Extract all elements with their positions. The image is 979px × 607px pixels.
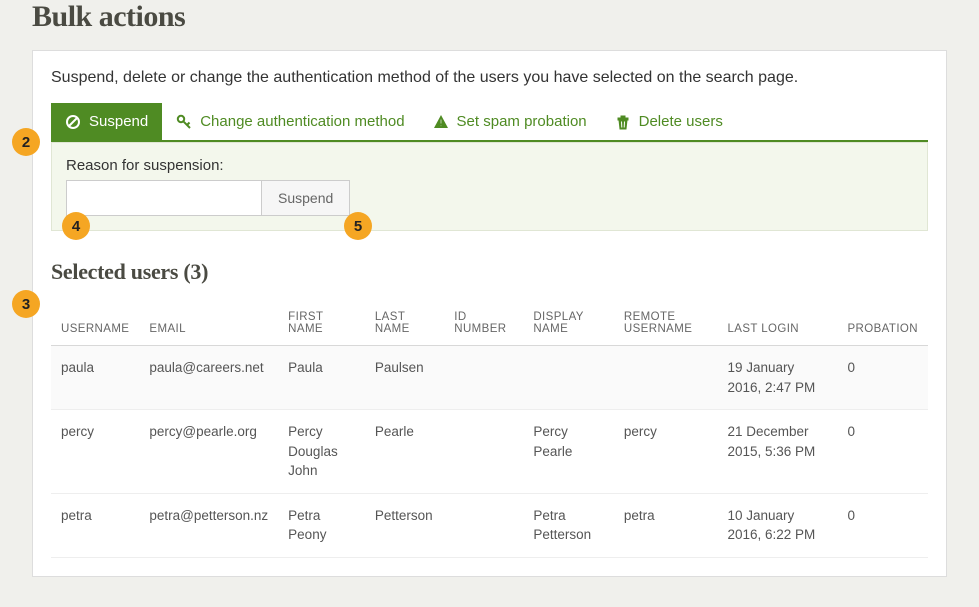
- table-row: paula paula@careers.net Paula Paulsen 19…: [51, 346, 928, 410]
- selected-users-heading: Selected users (3): [51, 259, 928, 285]
- callout-2: 2: [12, 128, 40, 156]
- page-title: Bulk actions: [32, 0, 947, 34]
- th-username: USERNAME: [51, 301, 139, 346]
- table-row: petra petra@petterson.nz Petra Peony Pet…: [51, 493, 928, 557]
- tab-label: Change authentication method: [200, 113, 404, 130]
- th-first-name: FIRST NAME: [278, 301, 365, 346]
- tab-label: Delete users: [639, 113, 723, 130]
- cell-username: petra: [51, 493, 139, 557]
- cell-remote-username: petra: [614, 493, 718, 557]
- tab-suspend[interactable]: Suspend: [51, 103, 162, 140]
- cell-probation: 0: [837, 346, 928, 410]
- cell-first-name: Paula: [278, 346, 365, 410]
- reason-label: Reason for suspension:: [66, 157, 913, 174]
- cell-email: paula@careers.net: [139, 346, 278, 410]
- th-remote-username: REMOTE USERNAME: [614, 301, 718, 346]
- th-last-login: LAST LOGIN: [717, 301, 837, 346]
- table-row: percy percy@pearle.org Percy Douglas Joh…: [51, 410, 928, 494]
- cell-first-name: Petra Peony: [278, 493, 365, 557]
- cell-email: percy@pearle.org: [139, 410, 278, 494]
- main-panel: Suspend, delete or change the authentica…: [32, 50, 947, 577]
- cell-probation: 0: [837, 410, 928, 494]
- cell-display-name: Petra Petterson: [523, 493, 614, 557]
- th-display-name: DISPLAY NAME: [523, 301, 614, 346]
- cell-username: percy: [51, 410, 139, 494]
- callout-3: 3: [12, 290, 40, 318]
- reason-input[interactable]: [66, 180, 262, 216]
- cell-first-name: Percy Douglas John: [278, 410, 365, 494]
- cell-display-name: Percy Pearle: [523, 410, 614, 494]
- cell-remote-username: percy: [614, 410, 718, 494]
- cell-id-number: [444, 493, 523, 557]
- th-id-number: ID NUMBER: [444, 301, 523, 346]
- tab-change-auth[interactable]: Change authentication method: [162, 103, 418, 140]
- key-icon: [176, 114, 192, 130]
- ban-icon: [65, 114, 81, 130]
- cell-last-name: Pearle: [365, 410, 444, 494]
- tab-label: Suspend: [89, 113, 148, 130]
- tab-spam[interactable]: Set spam probation: [419, 103, 601, 140]
- trash-icon: [615, 114, 631, 130]
- tab-delete[interactable]: Delete users: [601, 103, 737, 140]
- th-probation: PROBATION: [837, 301, 928, 346]
- cell-id-number: [444, 346, 523, 410]
- cell-probation: 0: [837, 493, 928, 557]
- cell-email: petra@petterson.nz: [139, 493, 278, 557]
- suspend-form: Reason for suspension: Suspend: [51, 142, 928, 231]
- callout-4: 4: [62, 212, 90, 240]
- cell-last-login: 19 January 2016, 2:47 PM: [717, 346, 837, 410]
- th-email: EMAIL: [139, 301, 278, 346]
- cell-id-number: [444, 410, 523, 494]
- cell-last-login: 10 January 2016, 6:22 PM: [717, 493, 837, 557]
- intro-text: Suspend, delete or change the authentica…: [51, 69, 928, 87]
- cell-remote-username: [614, 346, 718, 410]
- cell-last-login: 21 December 2015, 5:36 PM: [717, 410, 837, 494]
- tab-label: Set spam probation: [457, 113, 587, 130]
- cell-last-name: Paulsen: [365, 346, 444, 410]
- warning-icon: [433, 114, 449, 130]
- cell-username: paula: [51, 346, 139, 410]
- action-tabs: Suspend Change authentication method Set…: [51, 103, 928, 142]
- callout-5: 5: [344, 212, 372, 240]
- cell-display-name: [523, 346, 614, 410]
- suspend-button[interactable]: Suspend: [262, 180, 350, 216]
- th-last-name: LAST NAME: [365, 301, 444, 346]
- cell-last-name: Petterson: [365, 493, 444, 557]
- users-table: USERNAME EMAIL FIRST NAME LAST NAME ID N…: [51, 301, 928, 558]
